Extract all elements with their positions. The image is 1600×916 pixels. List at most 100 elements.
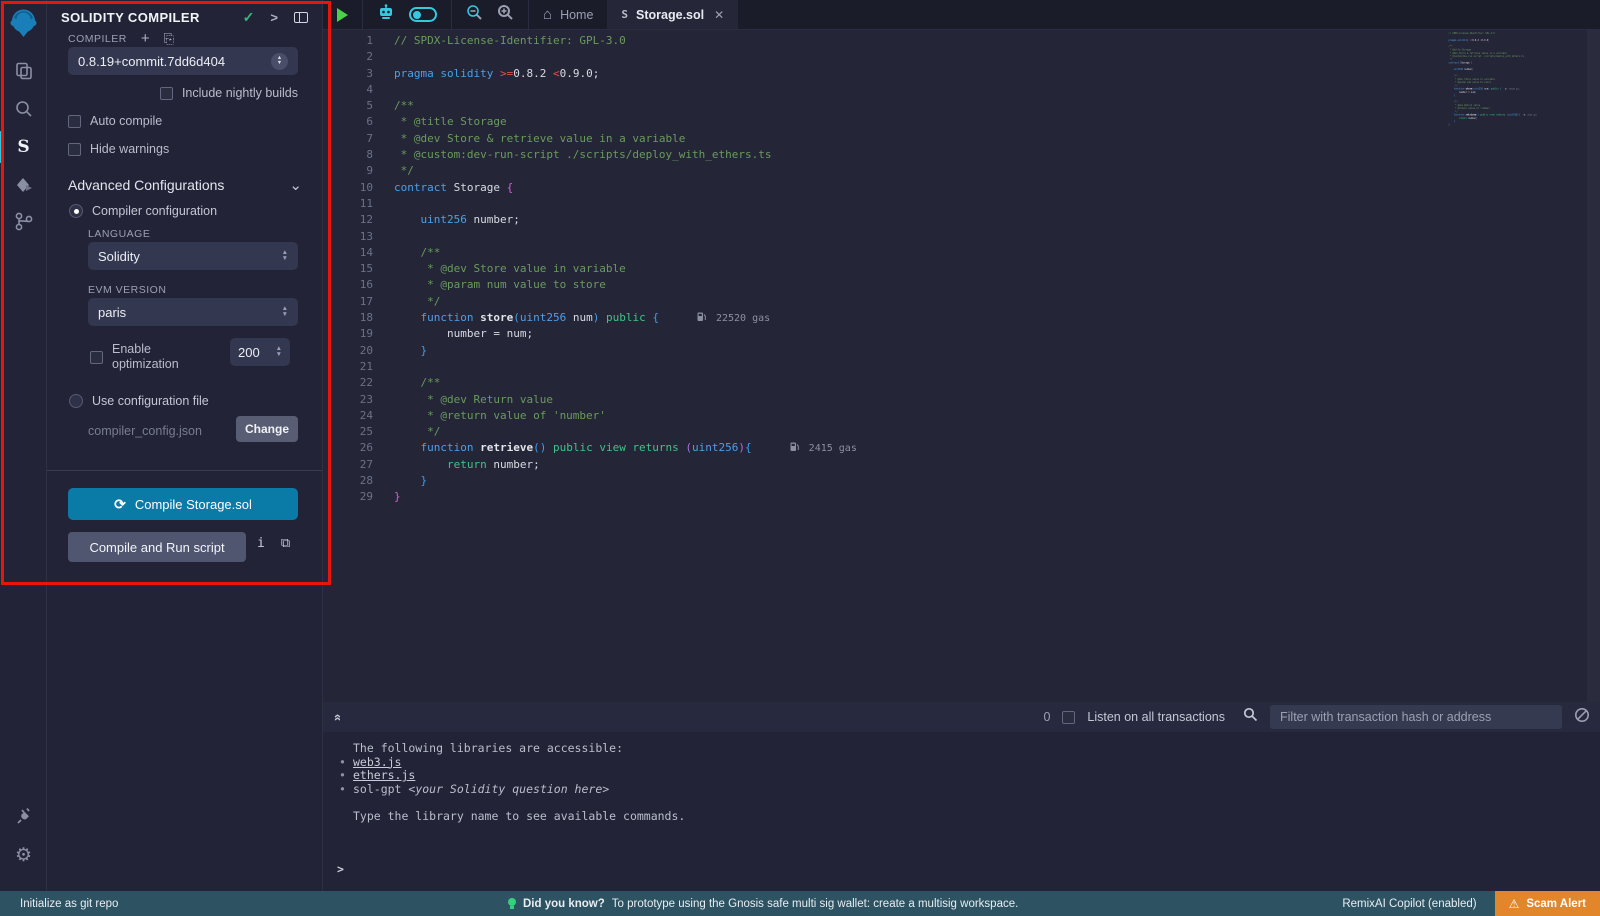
settings-icon[interactable]: ⚙ [0,838,47,872]
code-line[interactable]: 24 * @return value of 'number' [323,408,857,424]
code-line[interactable]: 17 */ [323,294,857,310]
code-line[interactable]: 4 [323,82,857,98]
init-git-repo-button[interactable]: Initialize as git repo [20,898,118,910]
optimization-runs-input[interactable]: 200 ▲▼ [230,338,290,366]
code-line[interactable]: 10contract Storage { [323,180,857,196]
library-link[interactable]: ethers.js [353,768,415,782]
code-line[interactable]: 28 } [323,473,857,489]
code-line[interactable]: 9 */ [323,163,857,179]
git-icon[interactable] [0,205,47,239]
listen-all-transactions-checkbox[interactable] [1062,711,1075,724]
zoom-out-icon[interactable] [466,4,483,26]
code-line[interactable]: 13 [323,229,857,245]
split-pane-icon[interactable] [294,12,308,23]
language-select[interactable]: Solidity ▲▼ [88,242,298,270]
code-line[interactable]: 16 * @param num value to store [323,277,857,293]
add-compiler-icon[interactable]: + [141,34,150,44]
overview-ruler[interactable] [1587,30,1600,702]
minimap[interactable]: 1// SPDX-License-Identifier: GPL-3.023pr… [1448,32,1568,532]
compile-button[interactable]: ⟳ Compile Storage.sol [68,488,298,520]
number-spinner-icon[interactable]: ▲▼ [276,346,282,358]
compiler-version-select[interactable]: 0.8.19+commit.7dd6d404 ▲▼ [68,47,298,75]
plugin-manager-icon[interactable] [0,800,47,834]
evm-version-select[interactable]: paris ▲▼ [88,298,298,326]
code-line[interactable]: 5/** [323,98,857,114]
copilot-toggle[interactable] [409,7,437,22]
search-icon[interactable] [0,92,47,126]
code-line[interactable]: 6 * @title Storage [323,114,857,130]
code-line[interactable]: 17 */ [1448,84,1568,87]
code-line[interactable]: 26 function retrieve() public view retur… [1448,113,1568,116]
code-line[interactable]: 7 * @dev Store & retrieve value in a var… [1448,52,1568,55]
code-line[interactable]: 25 */ [1448,110,1568,113]
code-line[interactable]: 19 number = num; [323,326,857,342]
auto-compile-checkbox[interactable] [68,115,81,128]
code-line[interactable]: 8 * @custom:dev-run-script ./scripts/dep… [1448,55,1568,58]
close-tab-icon[interactable]: ✕ [714,8,724,22]
use-configuration-file-radio[interactable] [69,394,83,408]
code-line[interactable]: 14 /** [323,245,857,261]
code-line[interactable]: 25 */ [323,424,857,440]
code-line[interactable]: 20 } [323,343,857,359]
code-line[interactable]: 28 } [1448,120,1568,123]
code-line[interactable]: 11 [1448,65,1568,68]
code-line[interactable]: 23 * @dev Return value [1448,104,1568,107]
code-line[interactable]: 13 [1448,71,1568,74]
code-line[interactable]: 1// SPDX-License-Identifier: GPL-3.0 [1448,32,1568,35]
code-line[interactable]: 26 function retrieve() public view retur… [323,440,857,456]
code-line[interactable]: 6 * @title Storage [1448,48,1568,51]
code-line[interactable]: 4 [1448,42,1568,45]
deploy-run-icon[interactable] [0,169,47,203]
remix-logo[interactable] [6,6,41,41]
code-line[interactable]: 9 */ [1448,58,1568,61]
chevron-right-icon[interactable]: > [270,10,278,25]
code-line[interactable]: 12 uint256 number; [1448,68,1568,71]
transaction-filter-input[interactable] [1270,705,1562,729]
code-line[interactable]: 5/** [1448,45,1568,48]
run-script-play-button[interactable] [337,8,348,22]
code-line[interactable]: 2 [323,49,857,65]
code-line[interactable]: 16 * @param num value to store [1448,81,1568,84]
code-line[interactable]: 3pragma solidity >=0.8.2 <0.9.0; [323,66,857,82]
code-line[interactable]: 8 * @custom:dev-run-script ./scripts/dep… [323,147,857,163]
code-line[interactable]: 22 /** [323,375,857,391]
code-line[interactable]: 15 * @dev Store value in variable [1448,78,1568,81]
code-line[interactable]: 27 return number; [323,457,857,473]
code-line[interactable]: 7 * @dev Store & retrieve value in a var… [323,131,857,147]
code-line[interactable]: 10contract Storage { [1448,61,1568,64]
compiler-configuration-radio[interactable] [69,204,83,218]
code-line[interactable]: 11 [323,196,857,212]
terminal-prompt[interactable]: > [337,862,344,876]
code-line[interactable]: 23 * @dev Return value [323,392,857,408]
zoom-in-icon[interactable] [497,4,514,26]
tab-home[interactable]: ⌂ Home [529,0,607,29]
code-line[interactable]: 19 number = num; [1448,91,1568,94]
code-line[interactable]: 24 * @return value of 'number' [1448,107,1568,110]
code-editor[interactable]: 1// SPDX-License-Identifier: GPL-3.023pr… [323,30,1600,702]
compile-and-run-button[interactable]: Compile and Run script [68,532,246,562]
code-line[interactable]: 18 function store(uint256 num) public { … [1448,87,1568,90]
include-nightly-checkbox[interactable] [160,87,173,100]
code-line[interactable]: 21 [323,359,857,375]
code-line[interactable]: 15 * @dev Store value in variable [323,261,857,277]
code-line[interactable]: 20 } [1448,94,1568,97]
clear-terminal-icon[interactable] [1574,707,1590,728]
code-line[interactable]: 2 [1448,35,1568,38]
code-line[interactable]: 29} [1448,123,1568,126]
hide-warnings-checkbox[interactable] [68,143,81,156]
change-config-button[interactable]: Change [236,416,298,442]
info-icon[interactable]: i [257,536,265,551]
ai-copilot-robot-icon[interactable] [377,4,395,25]
copilot-status[interactable]: RemixAI Copilot (enabled) [1342,898,1476,910]
solidity-compiler-icon[interactable]: S [0,130,47,164]
code-line[interactable]: 22 /** [1448,100,1568,103]
copy-icon[interactable]: ⧉ [281,536,290,551]
file-explorer-icon[interactable] [0,54,47,88]
advanced-configurations-header[interactable]: Advanced Configurations ⌄ [68,176,302,194]
code-line[interactable]: 14 /** [1448,74,1568,77]
code-line[interactable]: 21 [1448,97,1568,100]
tab-storage-sol[interactable]: S Storage.sol ✕ [607,0,738,29]
terminal[interactable]: The following libraries are accessible:•… [323,732,1600,891]
code-line[interactable]: 12 uint256 number; [323,212,857,228]
code-line[interactable]: 27 return number; [1448,117,1568,120]
